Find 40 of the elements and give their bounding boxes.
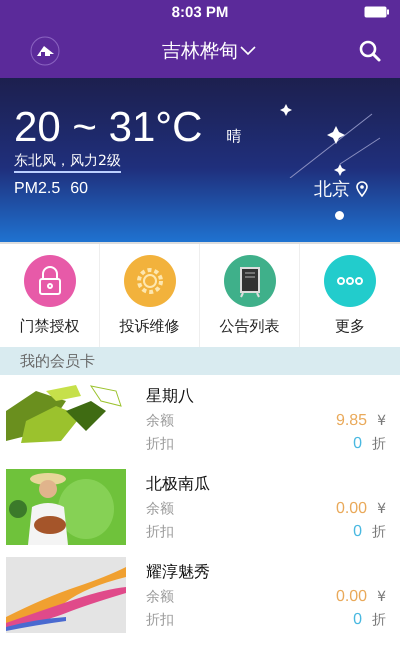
status-time: 8:03 PM <box>172 4 228 20</box>
shortcut-tile[interactable]: 门禁授权 <box>0 244 100 347</box>
card-name[interactable]: 北极南瓜 <box>146 474 386 494</box>
weather-condition: 晴 <box>226 127 242 146</box>
discount-label: 折扣 <box>146 434 174 452</box>
card-name[interactable]: 星期八 <box>146 386 386 406</box>
search-icon[interactable] <box>358 39 382 63</box>
card-name[interactable]: 耀淳魅秀 <box>146 562 386 582</box>
shortcut-tile[interactable]: 公告列表 <box>200 244 300 347</box>
discount-value: 0 <box>353 610 362 628</box>
battery-icon <box>364 6 390 18</box>
balance-amount: 0.00 <box>336 588 368 606</box>
home-icon[interactable] <box>30 36 60 66</box>
balance-label: 余额 <box>146 588 174 606</box>
discount-label: 折扣 <box>146 610 174 628</box>
discount-value: 0 <box>353 434 362 452</box>
location-pin-icon <box>356 181 368 197</box>
currency-unit: ¥ <box>377 412 386 428</box>
discount-unit: 折 <box>372 434 386 452</box>
city-selector[interactable]: 吉林桦甸 <box>162 38 256 64</box>
currency-unit: ¥ <box>377 500 386 516</box>
caret-icon <box>240 46 256 56</box>
currency-unit: ¥ <box>377 588 386 604</box>
balance-amount: 0.00 <box>336 500 368 518</box>
discount-label: 折扣 <box>146 522 174 540</box>
discount-unit: 折 <box>372 522 386 540</box>
page-dot[interactable] <box>335 211 344 220</box>
balance-amount: 9.85 <box>336 412 368 430</box>
wind-info: 东北风，风力2级 <box>14 150 121 173</box>
balance-label: 余额 <box>146 500 174 518</box>
shortcut-tile[interactable]: 投诉维修 <box>100 244 200 347</box>
discount-unit: 折 <box>372 610 386 628</box>
shortcut-tile[interactable]: 更多 <box>300 244 400 347</box>
pm25-value: 60 <box>70 180 88 198</box>
section-title: 我的会员卡 <box>20 352 95 370</box>
pm25-label: PM2.5 <box>14 180 60 198</box>
balance-label: 余额 <box>146 412 174 430</box>
temperature-range: 20 ~ 31°C <box>14 104 202 150</box>
location-name[interactable]: 北京 <box>314 177 350 201</box>
discount-value: 0 <box>353 522 362 540</box>
